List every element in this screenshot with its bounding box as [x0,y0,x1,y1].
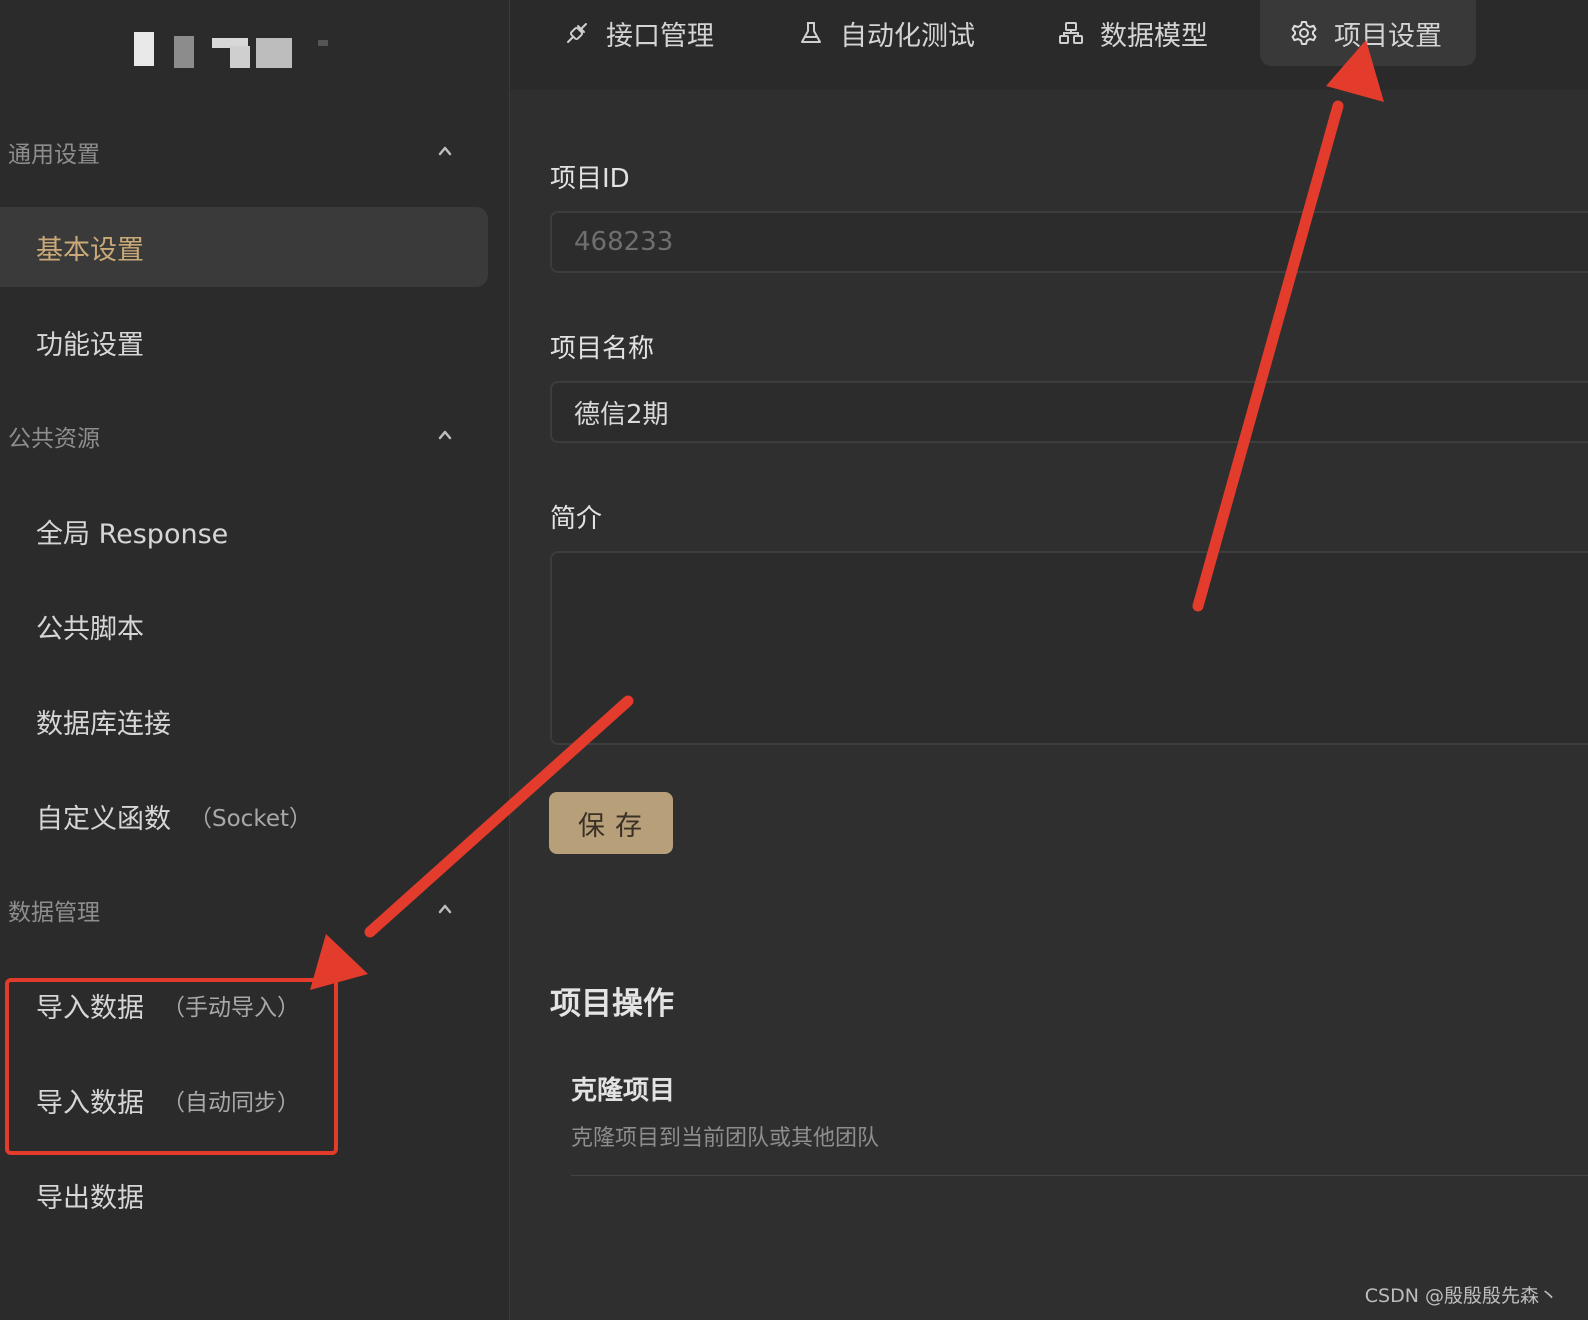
sidebar-item-label: 功能设置 [36,329,144,361]
sidebar-item-public-scripts[interactable]: 公共脚本 [0,586,488,666]
project-name-field[interactable]: 德信2期 [550,381,1588,443]
sidebar-group-label: 公共资源 [8,426,100,452]
sidebar-item-label: 导出数据 [36,1182,144,1214]
tab-automated-testing[interactable]: 自动化测试 [768,0,1005,66]
divider [571,1175,1588,1176]
flask-icon [798,20,824,46]
sidebar-item-label: 自定义函数 [36,803,171,835]
sidebar-item-custom-functions[interactable]: 自定义函数 （Socket） [0,776,488,856]
clone-project-description: 克隆项目到当前团队或其他团队 [571,1126,880,1151]
sidebar-item-global-response[interactable]: 全局 Response [0,491,488,571]
tab-label: 接口管理 [606,20,714,52]
project-id-field: 468233 [550,211,1588,273]
sidebar-item-label: 数据库连接 [36,708,171,740]
sidebar-item-label: 基本设置 [36,234,144,266]
intro-label: 简介 [550,504,603,534]
data-model-icon [1058,20,1084,46]
watermark: CSDN @殷殷殷先森丶 [1364,1285,1558,1307]
tab-label: 项目设置 [1334,20,1442,52]
intro-textarea[interactable] [550,551,1588,745]
sidebar-item-label: 全局 Response [36,518,229,550]
sidebar-group-label: 通用设置 [8,142,100,168]
project-name-label: 项目名称 [550,334,655,364]
sidebar-item-sublabel: （Socket） [189,806,312,832]
gear-icon [1290,19,1318,47]
tab-label: 数据模型 [1100,20,1208,52]
top-tab-bar: 接口管理 自动化测试 数据模型 项目设置 [510,0,1588,90]
clone-project-title[interactable]: 克隆项目 [571,1070,675,1107]
tab-project-settings[interactable]: 项目设置 [1260,0,1476,66]
chevron-up-icon[interactable] [438,144,452,158]
tab-label: 自动化测试 [840,20,975,52]
tab-api-management[interactable]: 接口管理 [534,0,744,66]
link-icon [564,20,590,46]
save-button[interactable]: 保存 [549,792,673,854]
app-logo [130,28,330,72]
project-settings-panel: 项目ID 468233 项目名称 德信2期 简介 保存 项目操作 克隆项目 克隆… [510,90,1588,1320]
chevron-up-icon[interactable] [438,428,452,442]
project-operations-title: 项目操作 [550,986,674,1022]
sidebar-item-export-data[interactable]: 导出数据 [0,1155,488,1235]
sidebar-group-public-resources[interactable]: 公共资源 [8,416,478,456]
chevron-up-icon[interactable] [438,902,452,916]
sidebar-group-label: 数据管理 [8,900,100,926]
highlight-box-import-data [5,978,338,1155]
sidebar-group-general[interactable]: 通用设置 [8,132,478,172]
sidebar-item-label: 公共脚本 [36,613,144,645]
sidebar-item-database-connection[interactable]: 数据库连接 [0,681,488,761]
project-id-label: 项目ID [550,164,630,194]
tab-data-models[interactable]: 数据模型 [1028,0,1238,66]
sidebar-item-basic-settings[interactable]: 基本设置 [0,207,488,287]
sidebar-item-feature-settings[interactable]: 功能设置 [0,302,488,382]
sidebar-group-data-management[interactable]: 数据管理 [8,890,478,930]
